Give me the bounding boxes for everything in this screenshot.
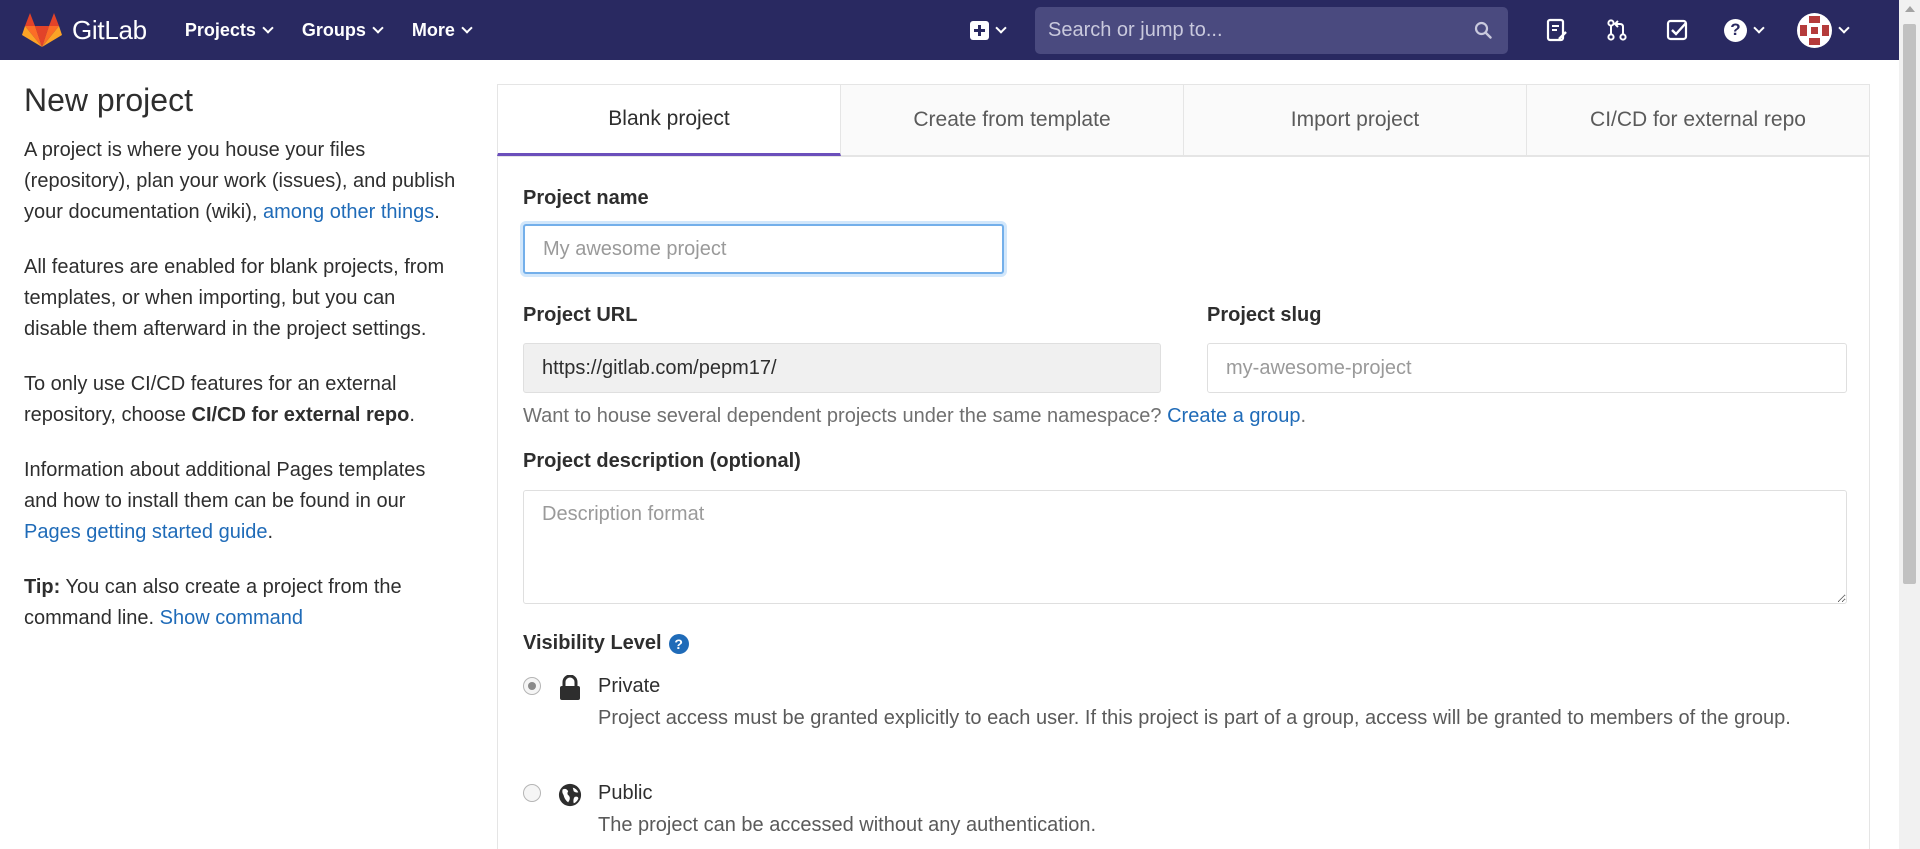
question-circle-icon[interactable]: ?: [668, 633, 689, 654]
project-description-label: Project description (optional): [523, 450, 801, 472]
among-other-things-link[interactable]: among other things: [263, 201, 434, 223]
tip-paragraph: Tip: You can also create a project from …: [24, 572, 464, 634]
tab-cicd-external-repo[interactable]: CI/CD for external repo: [1527, 84, 1870, 156]
scrollbar-thumb[interactable]: [1903, 24, 1916, 584]
project-description-textarea[interactable]: [523, 490, 1847, 604]
namespace-period: .: [1300, 405, 1307, 427]
project-name-label: Project name: [523, 187, 649, 209]
intro-period: .: [434, 201, 440, 223]
project-slug-label: Project slug: [1207, 304, 1322, 326]
create-group-link[interactable]: Create a group: [1167, 405, 1300, 427]
user-menu[interactable]: [1797, 12, 1850, 48]
tab-blank-project[interactable]: Blank project: [497, 84, 841, 156]
new-item-dropdown[interactable]: [970, 20, 1007, 40]
pages-paragraph: Information about additional Pages templ…: [24, 455, 464, 548]
private-title: Private: [598, 675, 661, 697]
avatar: [1797, 12, 1832, 48]
help-dropdown[interactable]: ?: [1724, 18, 1765, 42]
project-name-input[interactable]: [523, 224, 1004, 274]
tab-create-from-template[interactable]: Create from template: [841, 84, 1184, 156]
groups-menu[interactable]: Groups: [301, 19, 384, 41]
gitlab-logo-icon: [22, 13, 62, 47]
cicd-bold: CI/CD for external repo: [191, 404, 410, 426]
navbar-shortcuts: [1530, 17, 1690, 43]
gitlab-home-link[interactable]: GitLab: [22, 12, 147, 48]
intro-paragraph: A project is where you house your files …: [24, 135, 464, 228]
projects-menu[interactable]: Projects: [184, 19, 274, 41]
cicd-paragraph: To only use CI/CD features for an extern…: [24, 369, 464, 431]
private-radio[interactable]: [523, 677, 541, 695]
navbar-right: ?: [970, 0, 1850, 60]
namespace-help-text: Want to house several dependent projects…: [523, 405, 1306, 428]
more-menu-label: More: [411, 19, 455, 40]
chevron-down-icon: [372, 21, 384, 34]
chevron-down-icon: [1753, 21, 1765, 34]
chevron-down-icon: [1838, 21, 1850, 34]
project-url-label: Project URL: [523, 304, 638, 326]
visibility-level-text: Visibility Level: [523, 632, 662, 654]
project-type-tabs: Blank project Create from template Impor…: [497, 84, 1870, 157]
public-radio[interactable]: [523, 784, 541, 802]
pages-guide-link[interactable]: Pages getting started guide: [24, 521, 268, 543]
todos-button[interactable]: [1664, 17, 1690, 43]
merge-requests-button[interactable]: [1604, 17, 1630, 43]
visibility-level-label: Visibility Level ?: [523, 632, 689, 655]
pages-text: Information about additional Pages templ…: [24, 459, 426, 512]
lock-icon: [560, 675, 580, 700]
features-paragraph: All features are enabled for blank proje…: [24, 256, 445, 340]
main-menu: Projects Groups More: [185, 20, 501, 41]
chevron-down-icon: [262, 21, 274, 34]
merge-request-icon: [1607, 19, 1627, 41]
project-url-field[interactable]: https://gitlab.com/pepm17/: [523, 343, 1161, 393]
projects-menu-label: Projects: [184, 19, 256, 40]
top-navbar: GitLab Projects Groups More Search or ju…: [0, 0, 1899, 60]
groups-menu-label: Groups: [301, 19, 366, 40]
help-icon: ?: [1724, 18, 1747, 42]
public-description: The project can be accessed without any …: [598, 814, 1097, 836]
page-scrollbar[interactable]: [1899, 0, 1920, 849]
issues-icon: [1546, 18, 1567, 42]
brand-name: GitLab: [72, 14, 147, 45]
project-info-sidebar: New project A project is where you house…: [24, 82, 464, 658]
search-box: [1035, 6, 1508, 54]
page-title: New project: [24, 82, 193, 118]
identicon-icon: [1800, 15, 1829, 45]
chevron-down-icon: [461, 21, 473, 34]
globe-icon: [558, 783, 582, 807]
tip-label: Tip:: [24, 576, 61, 598]
tab-import-project[interactable]: Import project: [1184, 84, 1527, 156]
search-input[interactable]: [1035, 6, 1508, 54]
scroll-up-arrow-icon[interactable]: [1905, 6, 1915, 12]
project-slug-input[interactable]: [1207, 343, 1847, 393]
private-description: Project access must be granted explicitl…: [598, 707, 1791, 729]
todo-check-icon: [1666, 19, 1688, 41]
plus-square-icon: [970, 20, 989, 40]
show-command-link[interactable]: Show command: [160, 607, 303, 629]
more-menu[interactable]: More: [411, 19, 473, 41]
chevron-down-icon: [995, 21, 1007, 34]
search-icon[interactable]: [1474, 21, 1492, 39]
public-title: Public: [598, 782, 653, 804]
cicd-period: .: [409, 404, 415, 426]
pages-period: .: [267, 521, 274, 543]
issues-button[interactable]: [1544, 17, 1570, 43]
namespace-help: Want to house several dependent projects…: [523, 405, 1168, 427]
